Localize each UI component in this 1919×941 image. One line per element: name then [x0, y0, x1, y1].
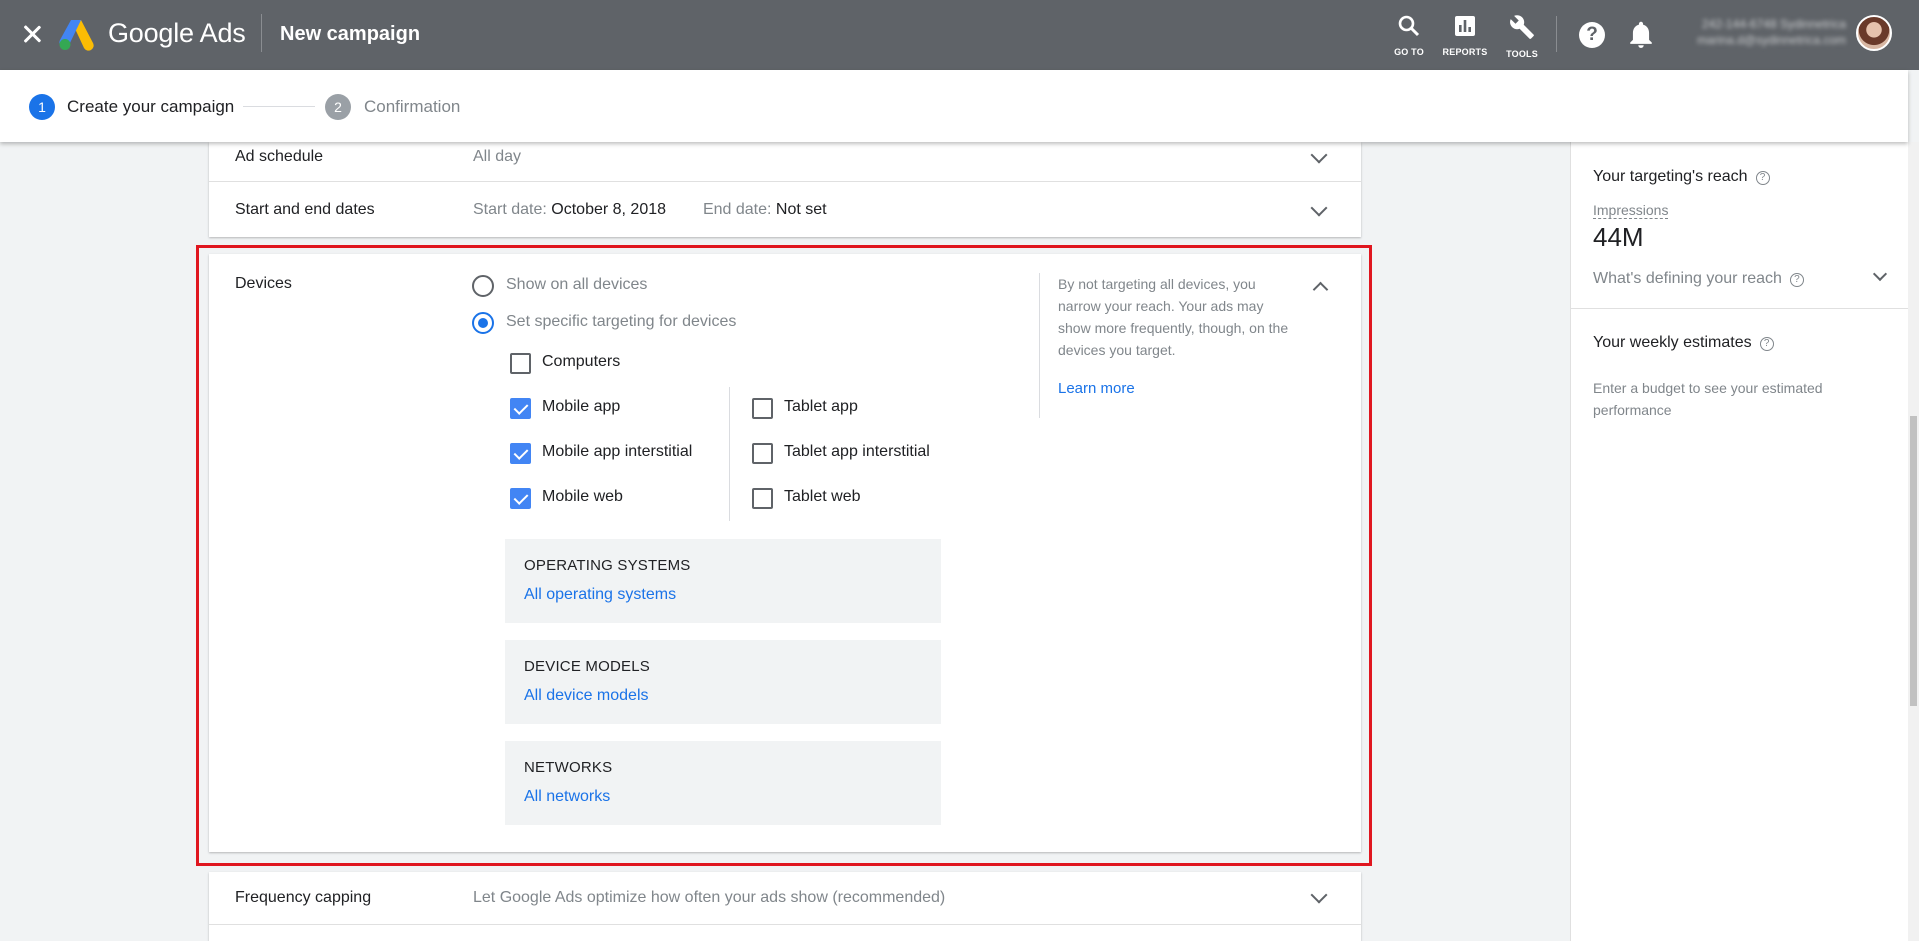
goto-button[interactable]: GO TO	[1379, 12, 1439, 60]
account-info[interactable]: 242-144-6748 Sydinnetrica marina.d@sydin…	[1676, 16, 1846, 48]
reports-button[interactable]: REPORTS	[1435, 12, 1495, 60]
top-app-bar: Google Ads New campaign GO TO REPORTS TO…	[0, 0, 1919, 70]
dates-value: Start date: October 8, 2018 End date: No…	[473, 201, 827, 219]
chevron-down-icon[interactable]	[1872, 266, 1888, 282]
step-2-number: 2	[325, 94, 351, 120]
reach-title-text: Your targeting's reach	[1593, 168, 1748, 185]
help-icon[interactable]: ?	[1579, 22, 1605, 48]
reports-label: REPORTS	[1442, 47, 1488, 57]
help-circle-icon[interactable]: ?	[1755, 171, 1770, 185]
chevron-down-icon[interactable]	[1310, 146, 1328, 164]
defining-reach-row[interactable]: What's defining your reach?	[1593, 270, 1804, 288]
frequency-value: Let Google Ads optimize how often your a…	[473, 889, 946, 906]
reach-title: Your targeting's reach?	[1593, 168, 1770, 186]
scrollbar-thumb[interactable]	[1910, 416, 1917, 706]
scrollbar[interactable]	[1908, 142, 1919, 941]
wrench-icon	[1510, 15, 1534, 39]
schedule-card: Ad schedule All day Start and end dates …	[209, 142, 1361, 237]
ad-schedule-row[interactable]: Ad schedule All day	[209, 142, 1361, 182]
chevron-down-icon[interactable]	[1310, 886, 1328, 904]
end-date-value: Not set	[775, 201, 827, 218]
dates-label: Start and end dates	[235, 201, 375, 218]
tools-button[interactable]: TOOLS	[1492, 12, 1552, 60]
frequency-label: Frequency capping	[235, 889, 372, 906]
start-date-label: Start date:	[473, 201, 547, 218]
tools-label: TOOLS	[1506, 49, 1538, 59]
stepper-connector	[243, 106, 315, 107]
google-ads-logo	[59, 20, 94, 51]
chevron-down-icon[interactable]	[1310, 199, 1328, 217]
divider	[261, 14, 262, 52]
goto-label: GO TO	[1394, 47, 1424, 57]
step-1-number: 1	[29, 94, 55, 120]
step-1-label[interactable]: Create your campaign	[67, 97, 234, 117]
reach-panel: Your targeting's reach? Impressions 44M …	[1570, 142, 1909, 941]
dates-row[interactable]: Start and end dates Start date: October …	[209, 183, 1361, 237]
reports-icon	[1455, 16, 1475, 36]
weekly-title: Your weekly estimates?	[1593, 334, 1774, 352]
account-email: marina.d@sydinnetrica.com	[1697, 33, 1846, 47]
ad-schedule-label: Ad schedule	[235, 148, 324, 165]
close-icon[interactable]	[20, 22, 44, 46]
divider	[1556, 16, 1557, 52]
highlight-box	[196, 245, 1372, 866]
impressions-value: 44M	[1593, 222, 1644, 252]
campaign-stepper: 1 Create your campaign 2 Confirmation	[0, 70, 1908, 142]
help-circle-icon[interactable]: ?	[1789, 273, 1804, 287]
step-2-label: Confirmation	[364, 97, 461, 116]
avatar[interactable]	[1856, 15, 1892, 51]
defining-reach-label: What's defining your reach	[1593, 270, 1782, 287]
bell-icon[interactable]	[1628, 21, 1654, 49]
weekly-note: Enter a budget to see your estimated per…	[1593, 380, 1823, 418]
ad-schedule-value: All day	[473, 148, 522, 165]
weekly-title-text: Your weekly estimates	[1593, 334, 1752, 351]
search-icon	[1398, 15, 1420, 37]
end-date-label: End date:	[702, 201, 772, 218]
frequency-card[interactable]: Frequency capping Let Google Ads optimiz…	[209, 872, 1361, 941]
divider	[1571, 308, 1909, 309]
start-date-value: October 8, 2018	[551, 201, 667, 218]
impressions-label[interactable]: Impressions	[1593, 202, 1669, 219]
brand-name: Google Ads	[108, 18, 246, 48]
page-title: New campaign	[280, 23, 421, 45]
account-id: 242-144-6748 Sydinnetrica	[1701, 17, 1846, 31]
help-circle-icon[interactable]: ?	[1759, 337, 1774, 351]
divider	[209, 924, 1361, 925]
